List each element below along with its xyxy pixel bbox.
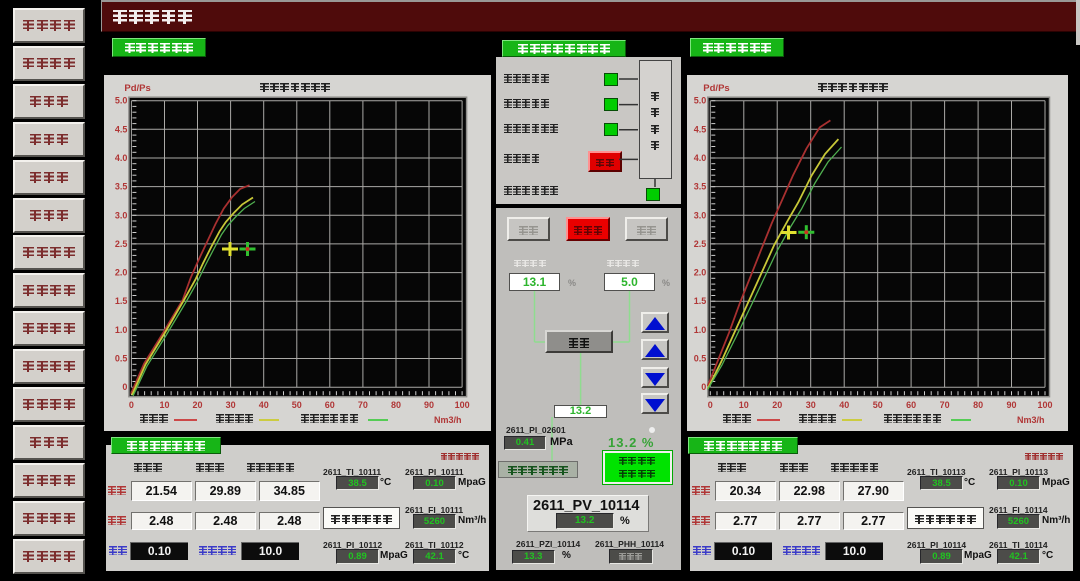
svg-text:5.0: 5.0 — [115, 96, 128, 106]
svg-text:2.5: 2.5 — [115, 239, 128, 249]
svg-text:100: 100 — [455, 400, 470, 410]
svg-text:1.0: 1.0 — [694, 325, 707, 335]
svg-text:40: 40 — [259, 400, 269, 410]
svg-text:0.5: 0.5 — [694, 354, 707, 364]
svg-text:30: 30 — [226, 400, 236, 410]
svg-text:0.5: 0.5 — [115, 354, 128, 364]
svg-text:20: 20 — [772, 400, 782, 410]
svg-text:40: 40 — [839, 400, 849, 410]
svg-text:0: 0 — [708, 400, 713, 410]
svg-text:0: 0 — [701, 382, 706, 392]
svg-text:60: 60 — [325, 400, 335, 410]
svg-text:80: 80 — [391, 400, 401, 410]
svg-text:10: 10 — [739, 400, 749, 410]
svg-text:1.0: 1.0 — [115, 325, 128, 335]
svg-text:90: 90 — [424, 400, 434, 410]
svg-text:30: 30 — [806, 400, 816, 410]
svg-text:4.5: 4.5 — [694, 124, 707, 134]
svg-text:1.5: 1.5 — [694, 296, 707, 306]
svg-text:20: 20 — [192, 400, 202, 410]
svg-text:0: 0 — [129, 400, 134, 410]
svg-text:2.5: 2.5 — [694, 239, 707, 249]
svg-text:2.0: 2.0 — [115, 268, 128, 278]
svg-text:3.5: 3.5 — [694, 182, 707, 192]
svg-text:80: 80 — [973, 400, 983, 410]
svg-text:4.0: 4.0 — [694, 153, 707, 163]
svg-text:Nm3/h: Nm3/h — [1017, 415, 1045, 425]
svg-text:90: 90 — [1006, 400, 1016, 410]
svg-text:5.0: 5.0 — [694, 96, 707, 106]
svg-text:4.5: 4.5 — [115, 124, 128, 134]
svg-text:0: 0 — [122, 382, 127, 392]
svg-text:Pd/Ps: Pd/Ps — [124, 83, 150, 94]
svg-text:10: 10 — [159, 400, 169, 410]
svg-text:60: 60 — [906, 400, 916, 410]
svg-text:50: 50 — [873, 400, 883, 410]
svg-text:3.5: 3.5 — [115, 182, 128, 192]
svg-text:2.0: 2.0 — [694, 268, 707, 278]
svg-text:Pd/Ps: Pd/Ps — [703, 83, 729, 94]
svg-text:3.0: 3.0 — [694, 210, 707, 220]
svg-text:50: 50 — [292, 400, 302, 410]
svg-text:1.5: 1.5 — [115, 296, 128, 306]
svg-text:70: 70 — [940, 400, 950, 410]
svg-text:4.0: 4.0 — [115, 153, 128, 163]
svg-text:100: 100 — [1037, 400, 1052, 410]
svg-text:3.0: 3.0 — [115, 210, 128, 220]
svg-text:70: 70 — [358, 400, 368, 410]
svg-text:Nm3/h: Nm3/h — [434, 415, 462, 425]
